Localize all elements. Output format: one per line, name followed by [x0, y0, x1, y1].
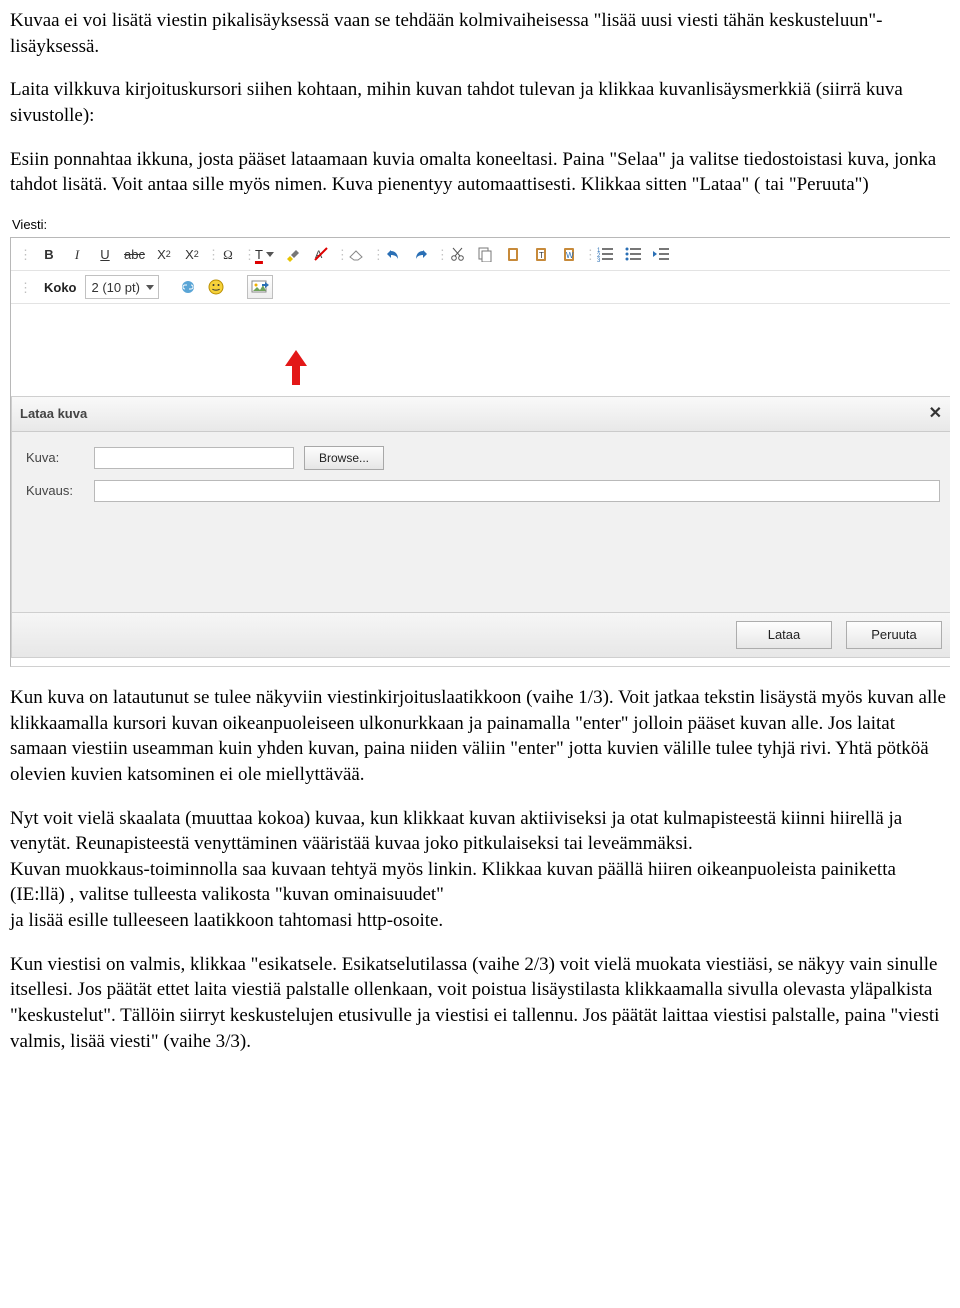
browse-button[interactable]: Browse... [304, 446, 384, 470]
separator-icon: ⋮ [243, 246, 249, 264]
redo-icon [413, 247, 429, 261]
separator-icon: ⋮ [372, 246, 378, 264]
separator-icon: ⋮ [436, 246, 442, 264]
chevron-down-icon [146, 285, 154, 290]
font-color-button[interactable]: T [251, 242, 278, 266]
paragraph-1: Kuvaa ei voi lisätä viestin pikalisäykse… [10, 8, 950, 59]
insert-image-button[interactable] [247, 275, 273, 299]
font-size-select[interactable]: 2 (10 pt) [85, 275, 159, 299]
dialog-title: Lataa kuva [20, 405, 87, 423]
superscript-button[interactable]: X2 [179, 242, 205, 266]
remove-format-button[interactable]: A [308, 242, 334, 266]
smiley-icon [207, 278, 225, 296]
bullet-list-icon [624, 246, 642, 262]
eraser-icon [348, 247, 366, 261]
separator-icon: ⋮ [207, 246, 213, 264]
paragraph-2: Laita vilkkuva kirjoituskursori siihen k… [10, 77, 950, 128]
highlight-button[interactable] [280, 242, 306, 266]
link-icon [179, 279, 197, 295]
font-size-value: 2 (10 pt) [92, 279, 140, 297]
upload-button[interactable]: Lataa [736, 621, 832, 649]
editor-screenshot: Viesti: ⋮ B I U abc X2 X2 ⋮ Ω ⋮ T A ⋮ [10, 216, 950, 667]
clipboard-word-icon: W [561, 246, 577, 262]
svg-text:W: W [566, 251, 574, 260]
separator-icon: ⋮ [584, 246, 590, 264]
outdent-icon [652, 246, 670, 262]
bold-button[interactable]: B [36, 242, 62, 266]
cut-button[interactable] [444, 242, 470, 266]
clipboard-text-icon: T [533, 246, 549, 262]
image-description-input[interactable] [94, 480, 940, 502]
message-field-label: Viesti: [12, 216, 950, 234]
paragraph-5: Nyt voit vielä skaalata (muuttaa kokoa) … [10, 806, 950, 934]
dialog-body: Kuva: Browse... Kuvaus: [12, 432, 950, 612]
italic-button[interactable]: I [64, 242, 90, 266]
image-field-label: Kuva: [26, 449, 84, 467]
svg-text:T: T [539, 251, 544, 260]
emoji-button[interactable] [203, 275, 229, 299]
cancel-button[interactable]: Peruuta [846, 621, 942, 649]
paragraph-4: Kun kuva on latautunut se tulee näkyviin… [10, 685, 950, 788]
highlight-icon [285, 246, 301, 262]
strikethrough-button[interactable]: abc [120, 242, 149, 266]
insert-image-icon [251, 279, 269, 295]
toolbar-row-2: ⋮ Koko 2 (10 pt) [11, 271, 950, 304]
eraser-button[interactable] [344, 242, 370, 266]
paste-word-button[interactable]: W [556, 242, 582, 266]
paste-text-button[interactable]: T [528, 242, 554, 266]
font-size-label: Koko [44, 279, 77, 297]
numbered-list-icon: 1 2 3 [596, 246, 614, 262]
separator-icon: ⋮ [336, 246, 342, 264]
toolbar-grip-icon: ⋮ [13, 279, 34, 297]
link-button[interactable] [175, 275, 201, 299]
paragraph-3: Esiin ponnahtaa ikkuna, josta pääset lat… [10, 147, 950, 198]
dialog-titlebar: Lataa kuva ✕ [12, 397, 950, 432]
bullet-list-button[interactable] [620, 242, 646, 266]
undo-icon [385, 247, 401, 261]
toolbar-row-1: ⋮ B I U abc X2 X2 ⋮ Ω ⋮ T A ⋮ [11, 238, 950, 271]
outdent-button[interactable] [648, 242, 674, 266]
editor-content-area[interactable] [11, 304, 950, 352]
numbered-list-button[interactable]: 1 2 3 [592, 242, 618, 266]
underline-button[interactable]: U [92, 242, 118, 266]
dialog-footer: Lataa Peruuta [12, 612, 950, 657]
copy-icon [477, 246, 493, 262]
redo-button[interactable] [408, 242, 434, 266]
close-icon[interactable]: ✕ [929, 403, 942, 425]
svg-text:3: 3 [597, 258, 601, 262]
editor-panel: ⋮ B I U abc X2 X2 ⋮ Ω ⋮ T A ⋮ [10, 237, 950, 667]
paste-button[interactable] [500, 242, 526, 266]
paragraph-6: Kun viestisi on valmis, klikkaa "esikats… [10, 952, 950, 1055]
subscript-button[interactable]: X2 [151, 242, 177, 266]
remove-format-icon: A [313, 246, 329, 262]
image-path-input[interactable] [94, 447, 294, 469]
clipboard-icon [505, 246, 521, 262]
upload-image-dialog: Lataa kuva ✕ Kuva: Browse... Kuvaus: Lat… [11, 396, 950, 658]
scissors-icon [449, 246, 465, 262]
description-field-label: Kuvaus: [26, 482, 84, 500]
toolbar-grip-icon: ⋮ [13, 246, 34, 264]
copy-button[interactable] [472, 242, 498, 266]
undo-button[interactable] [380, 242, 406, 266]
special-char-button[interactable]: Ω [215, 242, 241, 266]
red-arrow-indicator-icon [281, 350, 311, 386]
